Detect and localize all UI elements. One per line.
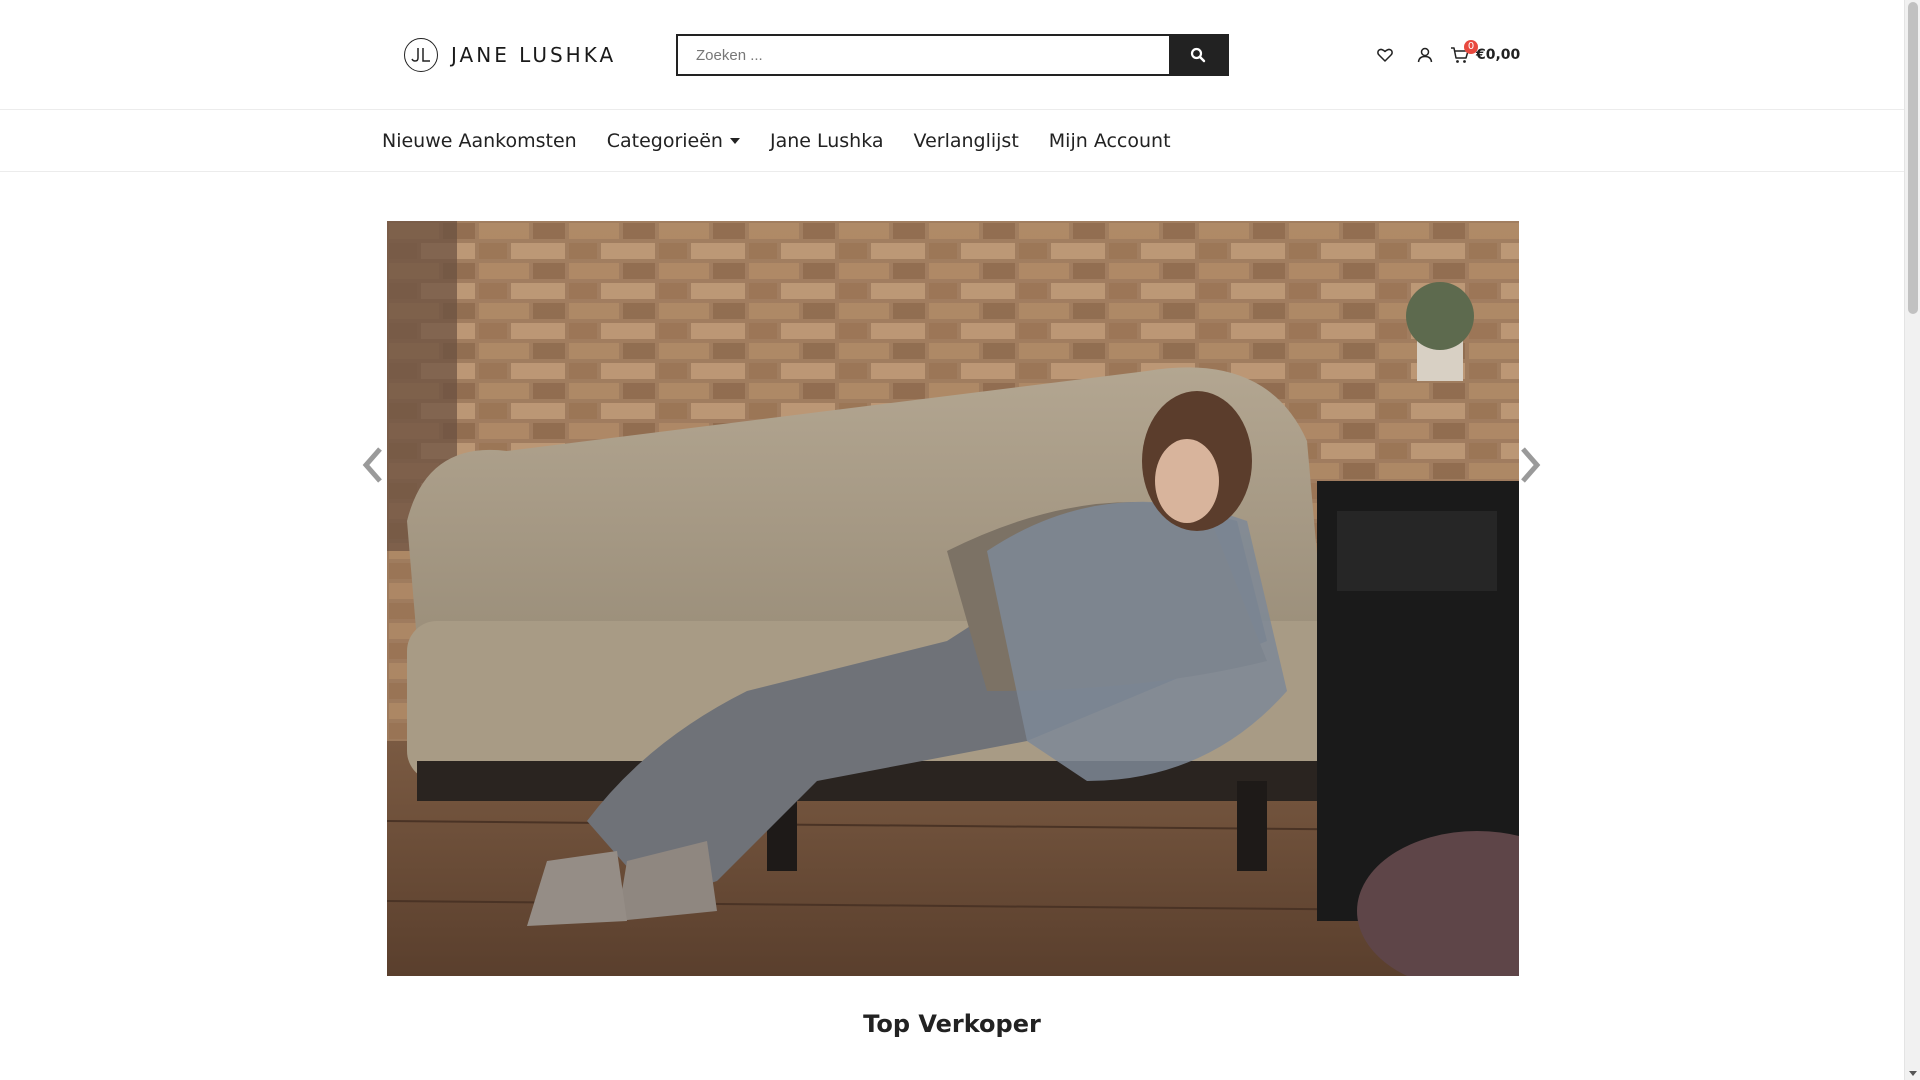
nav-item-label: Categorieën [606, 130, 723, 152]
nav-item-label: Verlanglijst [913, 130, 1019, 152]
page-scrollbar[interactable] [1904, 0, 1920, 1080]
search-form [676, 34, 1229, 76]
jl-monogram-icon [411, 48, 430, 62]
header-actions: 0 €0,00 [1370, 40, 1520, 70]
cart-total: €0,00 [1476, 47, 1521, 63]
wishlist-button[interactable] [1370, 40, 1400, 70]
cart-button[interactable]: 0 €0,00 [1450, 40, 1521, 64]
search-icon [1190, 47, 1206, 63]
brand-logo[interactable]: JANE LUSHKA [404, 38, 616, 72]
nav-item-label: Nieuwe Aankomsten [382, 130, 577, 152]
site-header: JANE LUSHKA Zoeken ... 0 €0,00 [0, 0, 1904, 110]
chevron-left-icon [362, 447, 382, 483]
slider-next-button[interactable] [1517, 440, 1545, 490]
scroll-down-icon[interactable] [1909, 1071, 1917, 1076]
search-input[interactable] [678, 36, 1169, 74]
slider-prev-button[interactable] [358, 440, 386, 490]
page: JANE LUSHKA Zoeken ... 0 €0,00 Nieuwe Aa… [0, 0, 1904, 1080]
cart-count-badge: 0 [1464, 40, 1478, 54]
search-button[interactable] [1169, 36, 1227, 74]
brand-name: JANE LUSHKA [451, 43, 617, 67]
nav-item-jane-lushka[interactable]: Jane Lushka [770, 130, 884, 152]
nav-list: Nieuwe Aankomsten Categorieën Jane Lushk… [382, 110, 1201, 172]
scrollbar-thumb[interactable] [1908, 2, 1918, 314]
nav-item-categories[interactable]: Categorieën [607, 130, 740, 152]
hero-slide-image [387, 221, 1519, 976]
user-icon [1417, 47, 1433, 63]
nav-item-label: Jane Lushka [769, 130, 884, 152]
main-nav: Nieuwe Aankomsten Categorieën Jane Lushk… [0, 110, 1904, 172]
nav-item-label: Mijn Account [1048, 130, 1171, 152]
chevron-right-icon [1521, 447, 1541, 483]
logo-monogram [404, 38, 438, 72]
nav-item-wishlist[interactable]: Verlanglijst [914, 130, 1019, 152]
nav-item-my-account[interactable]: Mijn Account [1049, 130, 1171, 152]
hero-slider[interactable] [387, 221, 1519, 976]
heart-icon [1377, 48, 1393, 62]
caret-down-icon [729, 138, 740, 144]
nav-item-new-arrivals[interactable]: Nieuwe Aankomsten [382, 130, 577, 152]
account-button[interactable] [1410, 40, 1440, 70]
top-seller-title: Top Verkoper [863, 1010, 1041, 1038]
